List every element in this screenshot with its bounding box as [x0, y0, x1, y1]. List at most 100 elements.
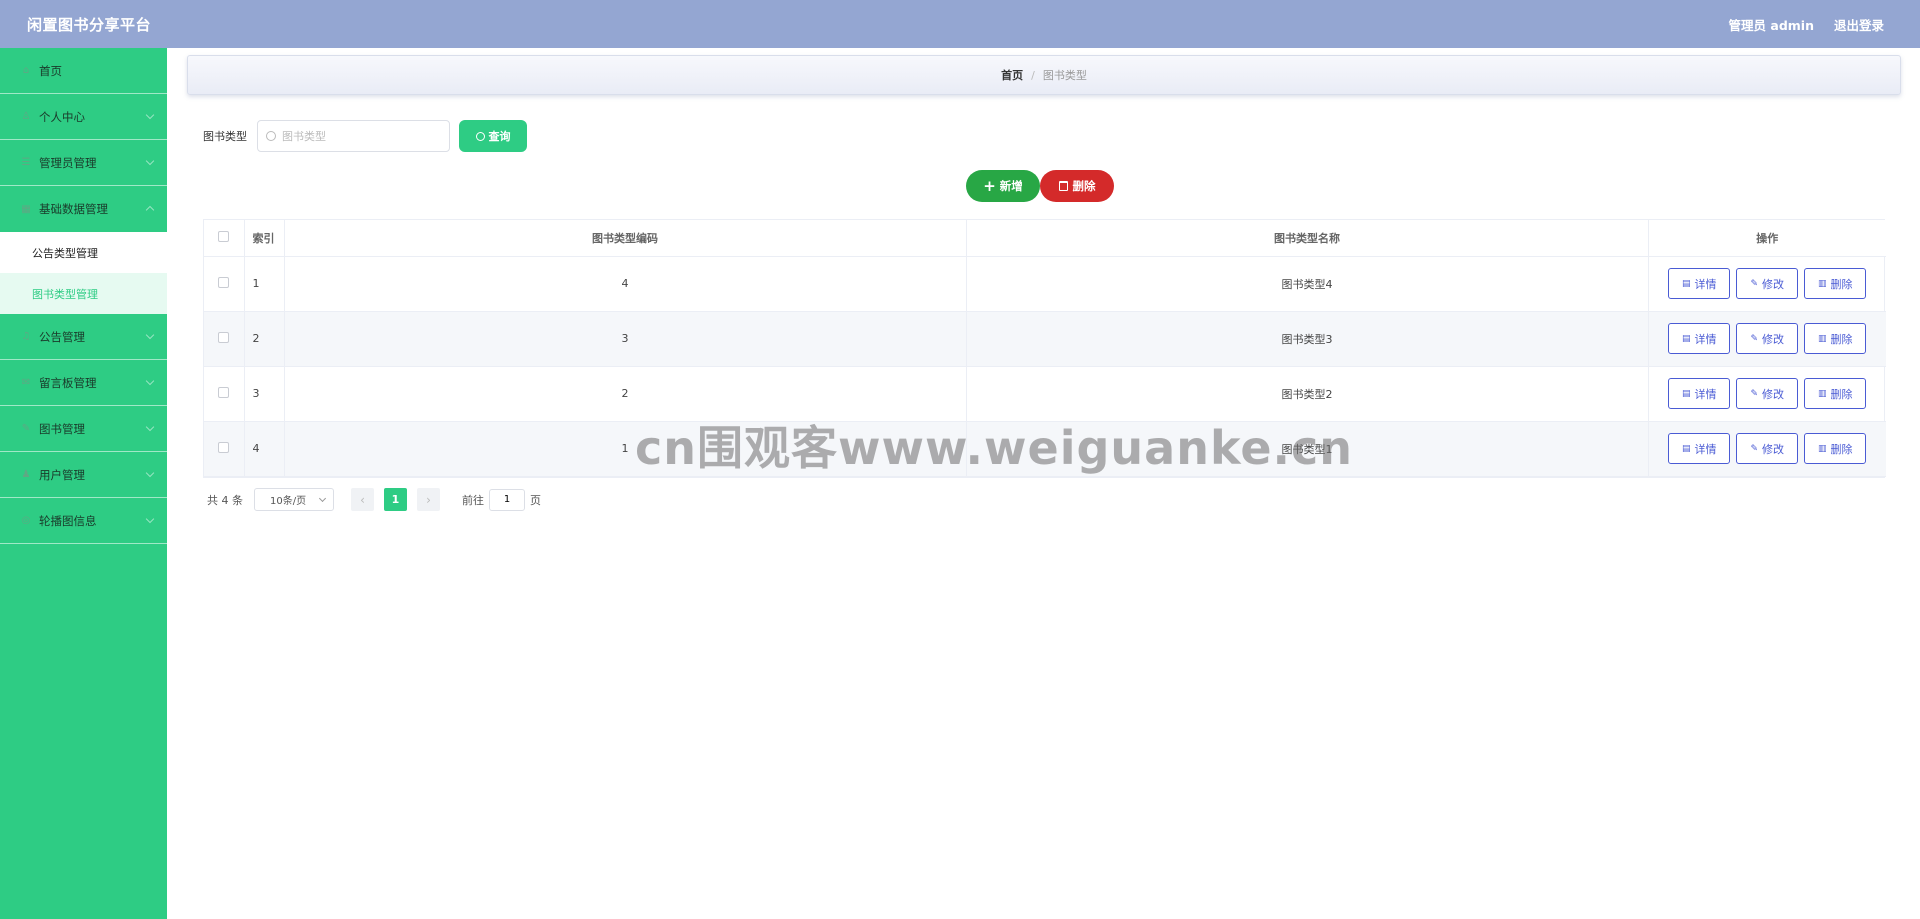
next-page-button[interactable]: ›: [417, 488, 440, 511]
row-checkbox[interactable]: [218, 276, 230, 288]
delete-button[interactable]: ▥ 删除: [1804, 323, 1867, 354]
row-checkbox[interactable]: [218, 441, 230, 453]
column-header-actions: 操作: [1648, 220, 1886, 257]
row-code: 4: [284, 256, 967, 312]
sidebar-item-label: 公告管理: [39, 329, 85, 344]
current-user: 管理员 admin: [1728, 17, 1814, 33]
query-button[interactable]: 查询: [459, 120, 527, 152]
chevron-down-icon: [145, 110, 155, 120]
detail-icon: ▤: [1681, 333, 1691, 344]
top-header: 闲置图书分享平台 管理员 admin 退出登录: [0, 0, 1920, 48]
edit-icon: ✎: [1750, 388, 1759, 399]
pagination-total: 共 4 条: [207, 493, 243, 507]
row-select-cell: [204, 256, 245, 312]
row-actions: ▤ 详情 ✎ 修改 ▥ 删除: [1648, 311, 1886, 367]
goto-page-input[interactable]: [489, 488, 525, 511]
trash-icon: [1058, 181, 1068, 191]
page-size-select[interactable]: 10条/页: [254, 488, 334, 511]
edit-button[interactable]: ✎ 修改: [1736, 433, 1799, 464]
sidebar-item-message[interactable]: ✉ 留言板管理: [0, 360, 167, 406]
batch-delete-button[interactable]: 删除: [1040, 170, 1114, 202]
sidebar-item-label: 基础数据管理: [39, 202, 108, 216]
sidebar-item-label: 个人中心: [39, 109, 85, 124]
notice-icon: ♫: [21, 331, 31, 342]
detail-button[interactable]: ▤ 详情: [1668, 433, 1731, 464]
sidebar-item-label: 图书管理: [39, 421, 85, 436]
goto-page: 前往 页: [462, 488, 541, 511]
row-actions: ▤ 详情 ✎ 修改 ▥ 删除: [1648, 366, 1886, 422]
table-header-row: 索引 图书类型编码 图书类型名称 操作: [204, 220, 1886, 257]
sidebar-item-admin[interactable]: ☰ 管理员管理: [0, 140, 167, 186]
delete-button[interactable]: ▥ 删除: [1804, 378, 1867, 409]
sidebar: ⌂ 首页 ♙ 个人中心 ☰ 管理员管理 ▦ 基础数据管理 公告类型管理 图书类型…: [0, 48, 167, 919]
sidebar-item-basic-data[interactable]: ▦ 基础数据管理: [0, 186, 167, 232]
chevron-right-icon: ›: [426, 492, 431, 507]
chevron-down-icon: [318, 494, 327, 503]
row-select-cell: [204, 366, 245, 422]
logout-link[interactable]: 退出登录: [1834, 15, 1884, 34]
chevron-down-icon: [145, 156, 155, 166]
row-index: 1: [244, 256, 285, 312]
chevron-down-icon: [145, 422, 155, 432]
breadcrumb-separator: /: [1031, 68, 1035, 82]
sidebar-item-book[interactable]: ✎ 图书管理: [0, 406, 167, 452]
search-input[interactable]: [282, 129, 442, 143]
delete-label: 删除: [1830, 332, 1853, 346]
chevron-down-icon: [145, 514, 155, 524]
row-checkbox[interactable]: [218, 331, 230, 343]
delete-label: 删除: [1830, 387, 1853, 401]
breadcrumb-current: 图书类型: [1042, 69, 1087, 82]
edit-button[interactable]: ✎ 修改: [1736, 378, 1799, 409]
sidebar-subitem-book-type[interactable]: 图书类型管理: [0, 273, 167, 314]
trash-icon: ▥: [1817, 278, 1827, 289]
select-all-checkbox[interactable]: [218, 230, 230, 242]
search-icon: [266, 131, 276, 141]
pagination: 共 4 条 10条/页 ‹ 1 › 前往 页: [207, 488, 541, 511]
detail-label: 详情: [1694, 387, 1717, 401]
detail-button[interactable]: ▤ 详情: [1668, 323, 1731, 354]
detail-icon: ▤: [1681, 388, 1691, 399]
column-header-name: 图书类型名称: [966, 220, 1649, 257]
column-header-index: 索引: [244, 220, 285, 257]
query-button-label: 查询: [488, 130, 511, 143]
delete-button[interactable]: ▥ 删除: [1804, 433, 1867, 464]
sidebar-item-profile[interactable]: ♙ 个人中心: [0, 94, 167, 140]
trash-icon: ▥: [1817, 443, 1827, 454]
chevron-up-icon: [145, 205, 155, 215]
page-number-button[interactable]: 1: [384, 488, 407, 511]
sidebar-item-users[interactable]: ♟ 用户管理: [0, 452, 167, 498]
action-row: + 新增 删除: [966, 170, 1114, 202]
delete-button[interactable]: ▥ 删除: [1804, 268, 1867, 299]
sidebar-item-notice[interactable]: ♫ 公告管理: [0, 314, 167, 360]
delete-label: 删除: [1830, 442, 1853, 456]
row-index: 4: [244, 421, 285, 477]
row-actions: ▤ 详情 ✎ 修改 ▥ 删除: [1648, 256, 1886, 312]
row-index: 2: [244, 311, 285, 367]
search-field[interactable]: [257, 120, 450, 152]
detail-button[interactable]: ▤ 详情: [1668, 378, 1731, 409]
trash-icon: ▥: [1817, 388, 1827, 399]
delete-label: 删除: [1830, 277, 1853, 291]
breadcrumb-home[interactable]: 首页: [1001, 67, 1023, 83]
sidebar-item-home[interactable]: ⌂ 首页: [0, 48, 167, 94]
detail-button[interactable]: ▤ 详情: [1668, 268, 1731, 299]
chevron-down-icon: [145, 376, 155, 386]
row-code: 2: [284, 366, 967, 422]
sidebar-item-label: 留言板管理: [39, 375, 97, 390]
sidebar-item-carousel[interactable]: ◎ 轮播图信息: [0, 498, 167, 544]
prev-page-button[interactable]: ‹: [351, 488, 374, 511]
add-button[interactable]: + 新增: [966, 170, 1040, 202]
sidebar-subitem-notice-type[interactable]: 公告类型管理: [0, 232, 167, 273]
plus-icon: +: [983, 177, 996, 195]
edit-label: 修改: [1762, 442, 1785, 456]
edit-icon: ✎: [1750, 278, 1759, 289]
row-actions: ▤ 详情 ✎ 修改 ▥ 删除: [1648, 421, 1886, 477]
row-code: 3: [284, 311, 967, 367]
detail-label: 详情: [1694, 442, 1717, 456]
row-checkbox[interactable]: [218, 386, 230, 398]
edit-button[interactable]: ✎ 修改: [1736, 323, 1799, 354]
detail-label: 详情: [1694, 332, 1717, 346]
page-size-value: 10条/页: [270, 496, 307, 507]
edit-button[interactable]: ✎ 修改: [1736, 268, 1799, 299]
chevron-down-icon: [145, 330, 155, 340]
